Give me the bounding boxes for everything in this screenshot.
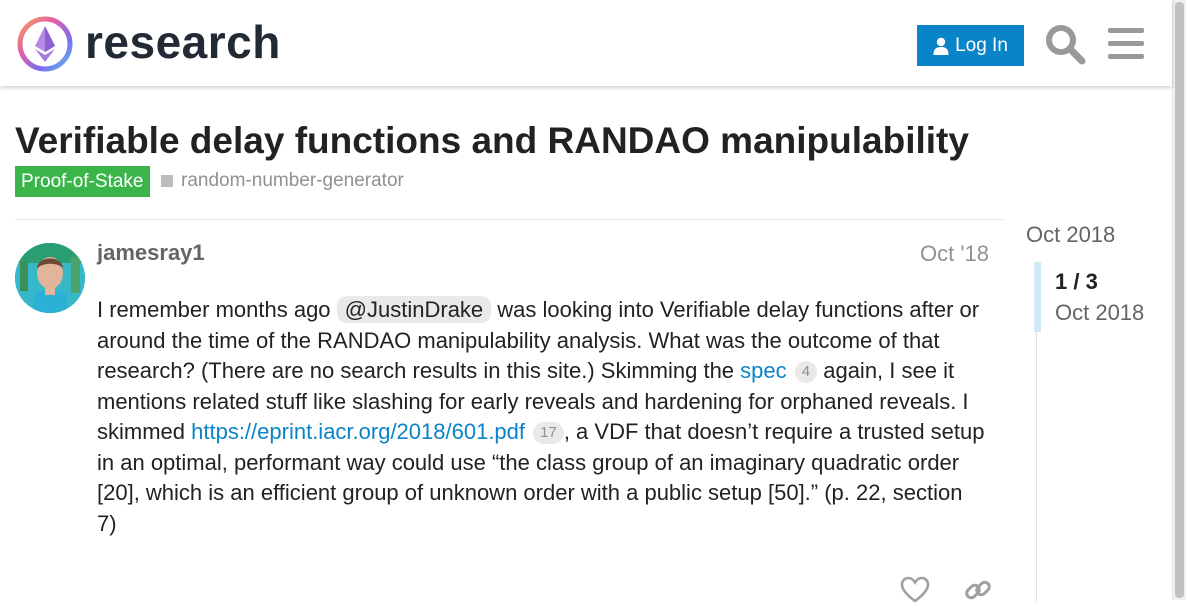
like-button[interactable]: [900, 575, 930, 605]
post-username[interactable]: jamesray1: [97, 240, 205, 266]
site-header: research Log In: [0, 0, 1172, 86]
user-icon: [933, 37, 949, 55]
login-button[interactable]: Log In: [917, 25, 1024, 66]
post-paragraph: I remember months ago @JustinDrake was l…: [97, 295, 987, 539]
topic-title[interactable]: Verifiable delay functions and RANDAO ma…: [15, 118, 969, 164]
search-icon: [1046, 25, 1086, 65]
scrollbar-thumb[interactable]: [1175, 2, 1184, 598]
search-button[interactable]: [1044, 23, 1086, 65]
post-text: I remember months ago: [97, 297, 337, 322]
post-body: I remember months ago @JustinDrake was l…: [97, 295, 987, 539]
link-click-count: 4: [794, 361, 818, 383]
site-name[interactable]: research: [85, 14, 281, 70]
menu-button[interactable]: [1107, 27, 1145, 61]
link-click-count: 17: [533, 422, 564, 444]
avatar[interactable]: [15, 243, 85, 313]
share-link-button[interactable]: [963, 575, 993, 605]
post-date[interactable]: Oct '18: [920, 241, 989, 267]
heart-icon: [900, 576, 930, 603]
eprint-link[interactable]: https://eprint.iacr.org/2018/601.pdf: [191, 419, 525, 444]
timeline-start-date[interactable]: Oct 2018: [1026, 222, 1115, 248]
timeline-scroll-handle[interactable]: [1034, 262, 1041, 332]
title-divider: [15, 219, 1004, 220]
category-badge[interactable]: Proof-of-Stake: [15, 166, 150, 197]
hamburger-menu-icon: [1108, 28, 1144, 59]
login-label: Log In: [955, 34, 1008, 56]
tag-label: random-number-generator: [181, 170, 404, 191]
page-scrollbar[interactable]: [1172, 0, 1186, 600]
topic-tag[interactable]: random-number-generator: [161, 170, 404, 192]
link-icon: [965, 580, 991, 600]
timeline-current-date: Oct 2018: [1055, 300, 1145, 325]
spec-link[interactable]: spec: [740, 358, 786, 383]
timeline-post-counter: 1 / 3: [1055, 269, 1098, 294]
user-avatar-photo: [15, 243, 85, 313]
user-mention[interactable]: @JustinDrake: [336, 296, 492, 323]
site-logo[interactable]: [16, 15, 74, 73]
tag-square-icon: [161, 175, 173, 187]
